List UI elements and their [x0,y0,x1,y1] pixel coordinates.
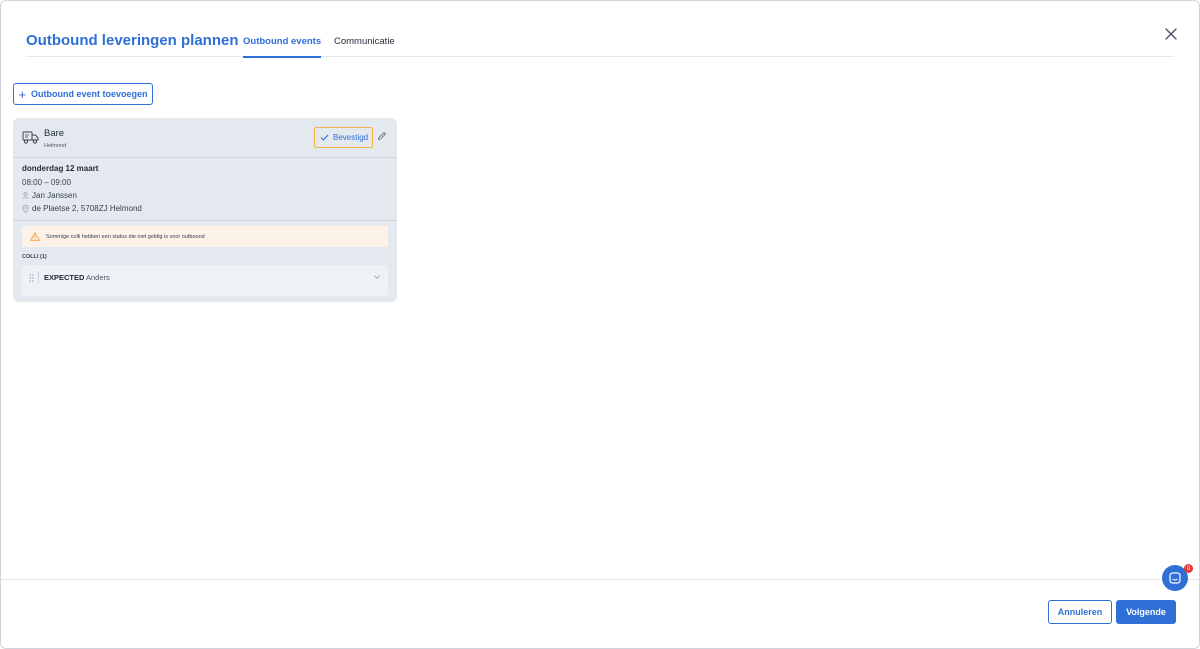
modal-header: Outbound leveringen plannen Outbound eve… [26,25,1174,58]
footer-divider [1,579,1199,580]
contact-row: Jan Janssen [22,191,77,200]
close-icon[interactable] [1164,27,1178,41]
warning-icon [30,232,40,241]
add-outbound-event-button[interactable]: + Outbound event toevoegen [13,83,153,105]
check-icon [320,134,329,141]
card-header: Bare Helmond Bevestigd [13,118,397,158]
divider [38,271,39,283]
address-row: de Plaetse 2, 5708ZJ Helmond [22,204,142,213]
carrier-location: Helmond [44,143,67,149]
cancel-button[interactable]: Annuleren [1048,600,1112,624]
colli-type: Anders [86,273,110,282]
modal: Outbound leveringen plannen Outbound eve… [0,0,1200,649]
chat-icon [1169,572,1181,584]
event-date: donderdag 12 maart [22,164,99,173]
tab-outbound-events[interactable]: Outbound events [243,36,322,58]
status-badge[interactable]: Bevestigd [314,127,373,148]
colli-heading: COLLI (1) [22,254,47,260]
colli-status: EXPECTED [44,273,85,282]
chevron-down-icon[interactable] [373,274,381,280]
user-icon [22,192,29,199]
contact-name: Jan Janssen [32,191,77,200]
tab-communicatie[interactable]: Communicatie [334,36,395,56]
drag-handle-icon[interactable] [29,273,34,283]
page-title: Outbound leveringen plannen [26,32,239,49]
warning-banner: Sommige colli hebben een status die niet… [22,226,388,247]
colli-item[interactable]: EXPECTED Anders [22,265,388,296]
carrier-name: Bare [44,128,65,139]
truck-icon [22,131,39,144]
address: de Plaetse 2, 5708ZJ Helmond [32,204,142,213]
pencil-icon[interactable] [377,131,387,141]
event-details: donderdag 12 maart 08:00 – 09:00 Jan Jan… [13,158,397,221]
warning-text: Sommige colli hebben een status die niet… [46,233,205,240]
add-outbound-event-label: Outbound event toevoegen [31,89,148,99]
chat-unread-badge: 0 [1184,564,1193,573]
plus-icon: + [18,86,27,102]
status-label: Bevestigd [333,133,369,142]
location-pin-icon [22,204,29,213]
event-time: 08:00 – 09:00 [22,178,71,187]
next-button[interactable]: Volgende [1116,600,1176,624]
outbound-event-card: Bare Helmond Bevestigd donderdag 12 maar… [13,118,397,302]
